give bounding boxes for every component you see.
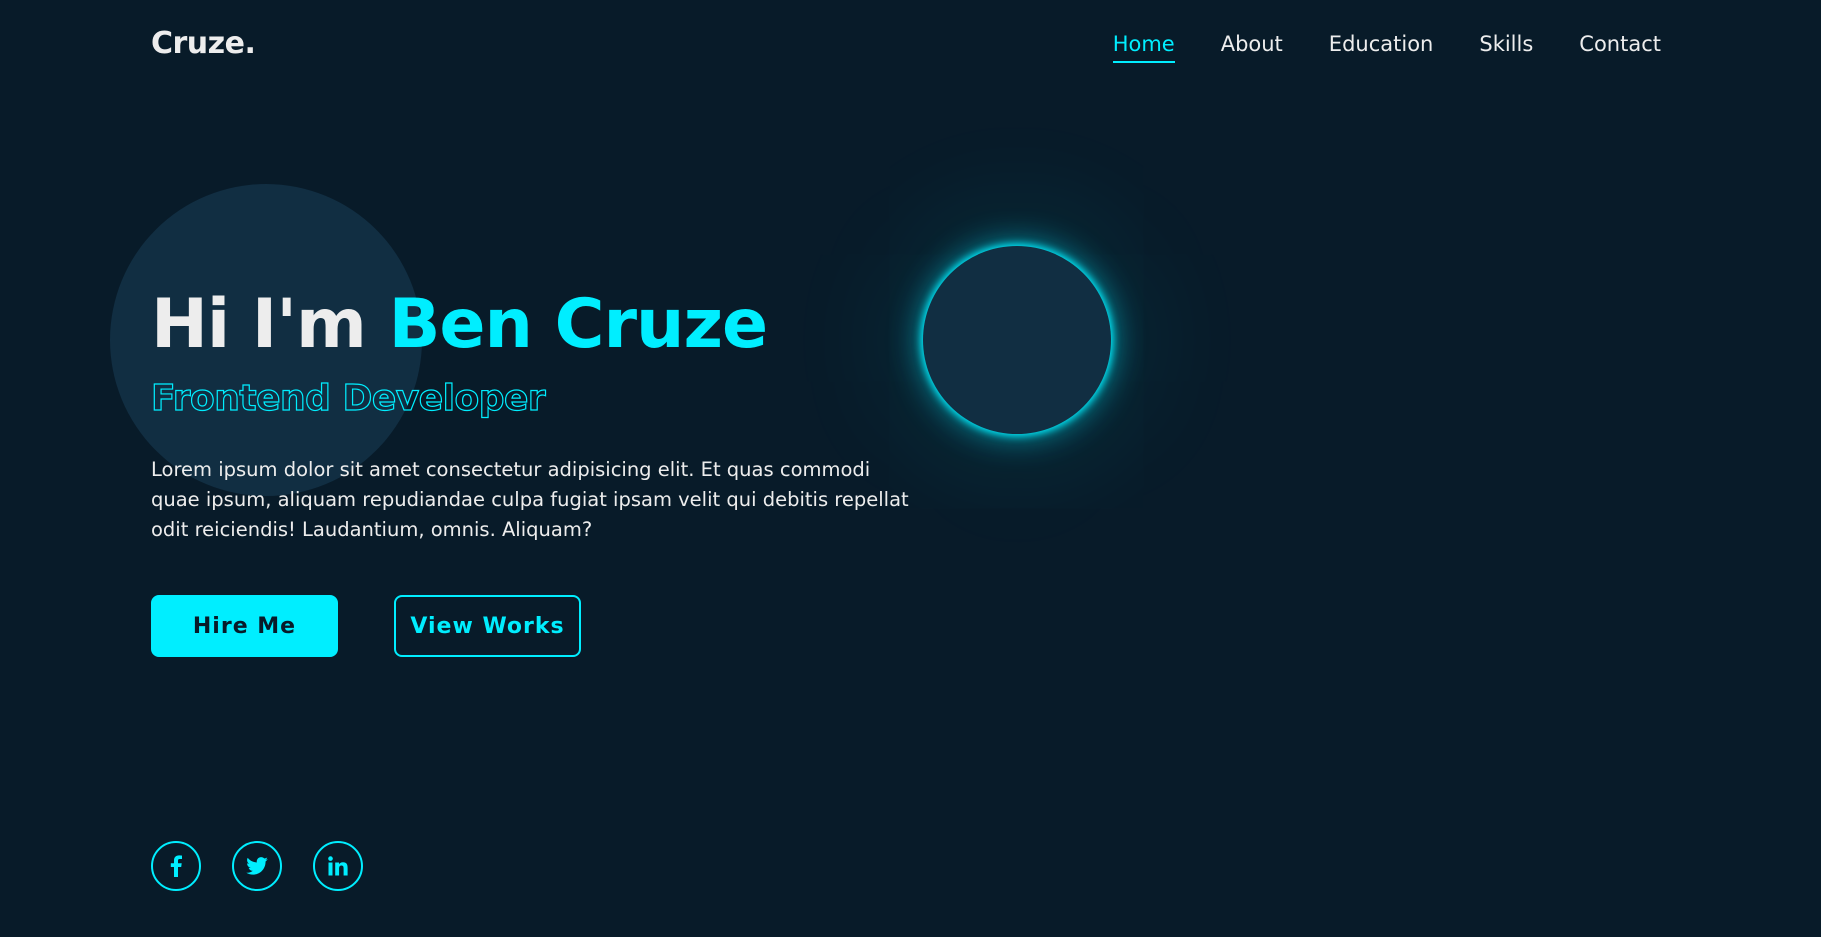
main-nav: Home About Education Skills Contact [1067, 28, 1661, 63]
social-links [151, 841, 394, 891]
nav-skills[interactable]: Skills [1479, 28, 1533, 60]
hire-me-button[interactable]: Hire Me [151, 595, 338, 657]
hero-role: Frontend Developer [150, 377, 546, 419]
nav-home[interactable]: Home [1112, 28, 1175, 63]
glowing-circle [923, 246, 1111, 434]
site-header: Cruze. Home About Education Skills Conta… [0, 0, 1821, 90]
view-works-button[interactable]: View Works [394, 595, 581, 657]
facebook-link[interactable] [151, 841, 201, 891]
twitter-icon [246, 857, 268, 875]
nav-education[interactable]: Education [1329, 28, 1434, 60]
logo[interactable]: Cruze. [151, 24, 256, 64]
hero-description: Lorem ipsum dolor sit amet consectetur a… [151, 458, 909, 541]
linkedin-link[interactable] [313, 841, 363, 891]
nav-about[interactable]: About [1221, 28, 1283, 60]
linkedin-icon [328, 856, 348, 876]
hero-title: Hi I'm Ben Cruze [151, 280, 769, 370]
hero-greeting: Hi I'm [151, 285, 367, 364]
facebook-icon [170, 855, 182, 877]
twitter-link[interactable] [232, 841, 282, 891]
hero-name: Ben Cruze [388, 285, 769, 364]
nav-contact[interactable]: Contact [1579, 28, 1661, 60]
